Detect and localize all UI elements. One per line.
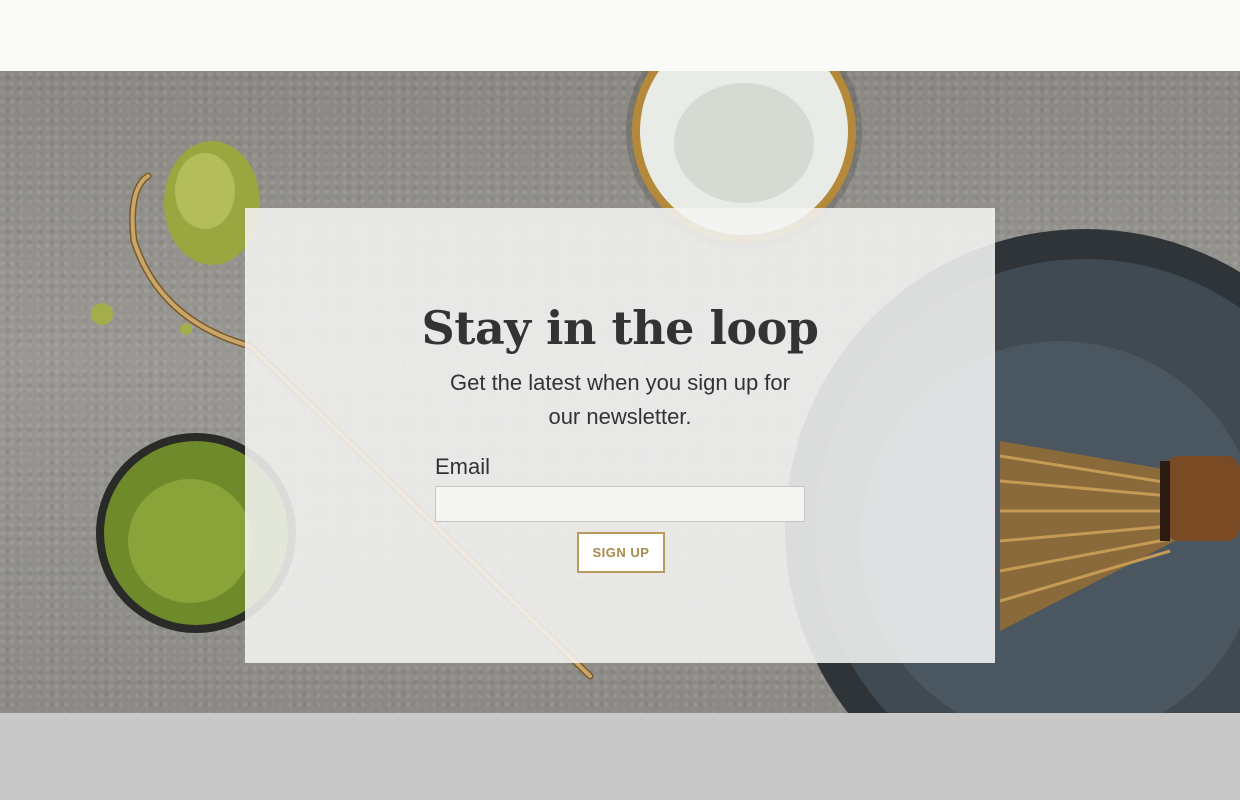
newsletter-subtitle: Get the latest when you sign up for our … [450, 370, 790, 429]
top-header-strip [0, 0, 1240, 71]
email-input[interactable] [435, 486, 805, 522]
newsletter-title: Stay in the loop [421, 301, 819, 355]
sign-up-button[interactable]: SIGN UP [577, 532, 665, 573]
footer-band [0, 713, 1240, 800]
newsletter-signup-card: Stay in the loop Get the latest when you… [245, 208, 995, 663]
email-label: Email [435, 454, 491, 479]
